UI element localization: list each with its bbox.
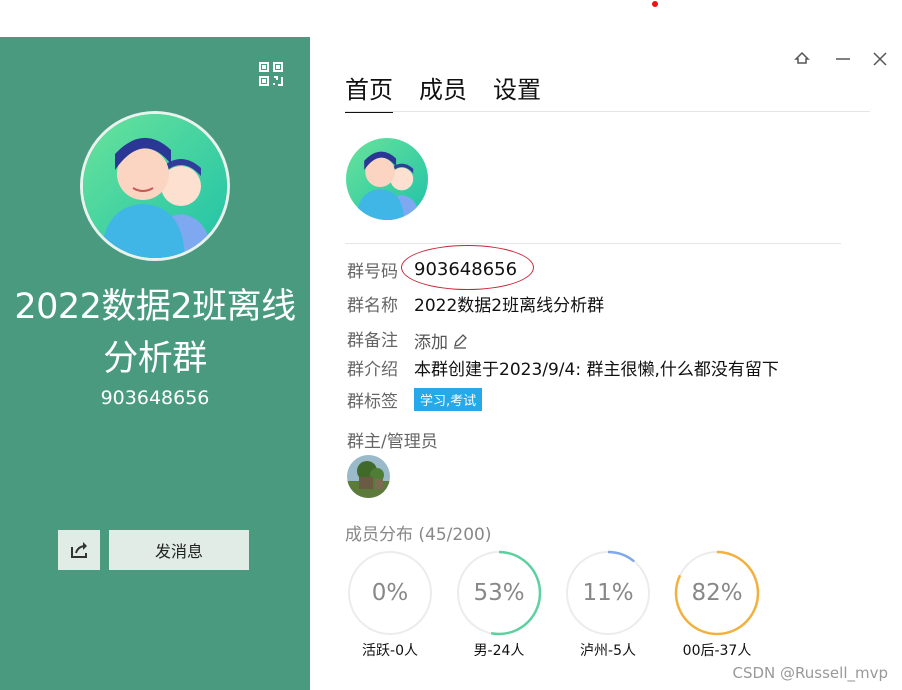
tab-bar: 首页 成员 设置 [345, 70, 541, 113]
stat-active[interactable]: 0% 活跃-0人 [347, 550, 433, 660]
group-tag-row: 群标签 学习,考试 [347, 387, 483, 412]
close-icon[interactable] [871, 50, 889, 68]
stat-location[interactable]: 11% 泸州-5人 [565, 550, 651, 660]
group-intro-label: 群介绍 [347, 360, 398, 380]
owner-admin-label: 群主/管理员 [347, 432, 438, 452]
group-remark-row: 群备注 添加 [347, 324, 468, 353]
group-avatar[interactable] [80, 111, 230, 261]
stat-caption: 00后-37人 [682, 643, 752, 659]
stat-percentage: 82% [691, 580, 743, 606]
tab-home[interactable]: 首页 [345, 70, 393, 113]
stat-percentage: 11% [582, 580, 634, 606]
tab-divider [345, 111, 870, 112]
stat-caption: 男-24人 [473, 643, 525, 659]
qr-code-icon[interactable] [258, 61, 284, 87]
watermark: CSDN @Russell_mvp [732, 664, 889, 682]
stat-percentage: 53% [473, 580, 525, 606]
tab-settings[interactable]: 设置 [493, 70, 541, 113]
add-remark-link[interactable]: 添加 [414, 328, 468, 353]
stat-male[interactable]: 53% 男-24人 [456, 550, 542, 660]
minimize-icon[interactable] [834, 50, 852, 68]
group-name-heading: 2022数据2班离线分析群 [14, 287, 296, 379]
owner-avatar[interactable] [347, 455, 390, 498]
highlight-ellipse [401, 245, 534, 290]
tab-members[interactable]: 成员 [419, 70, 467, 113]
add-remark-text: 添加 [414, 333, 448, 353]
pin-icon[interactable] [793, 50, 811, 68]
share-button[interactable] [58, 530, 100, 570]
group-avatar-small[interactable] [346, 138, 428, 220]
send-message-button[interactable]: 发消息 [109, 530, 249, 570]
group-name-label: 群名称 [347, 296, 398, 316]
group-intro-row: 群介绍 本群创建于2023/9/4: 群主很懒,什么都没有留下 [347, 355, 779, 380]
edit-icon [454, 333, 467, 349]
share-icon [71, 542, 87, 558]
stat-percentage: 0% [371, 580, 409, 606]
group-tag-badge[interactable]: 学习,考试 [414, 388, 483, 411]
group-intro-value: 本群创建于2023/9/4: 群主很懒,什么都没有留下 [414, 360, 779, 380]
group-profile-panel: 2022数据2班离线分析群 903648656 发消息 [0, 37, 310, 690]
group-name-value: 2022数据2班离线分析群 [414, 296, 605, 316]
group-id-text: 903648656 [100, 387, 210, 409]
stat-caption: 活跃-0人 [362, 643, 418, 659]
section-divider [345, 243, 841, 244]
group-tag-label: 群标签 [347, 392, 398, 412]
group-name-row: 群名称 2022数据2班离线分析群 [347, 291, 604, 316]
notification-dot [652, 1, 658, 7]
member-distribution-label: 成员分布 (45/200) [345, 525, 492, 545]
stat-caption: 泸州-5人 [580, 643, 636, 659]
group-remark-label: 群备注 [347, 331, 398, 351]
stat-age[interactable]: 82% 00后-37人 [674, 550, 760, 660]
